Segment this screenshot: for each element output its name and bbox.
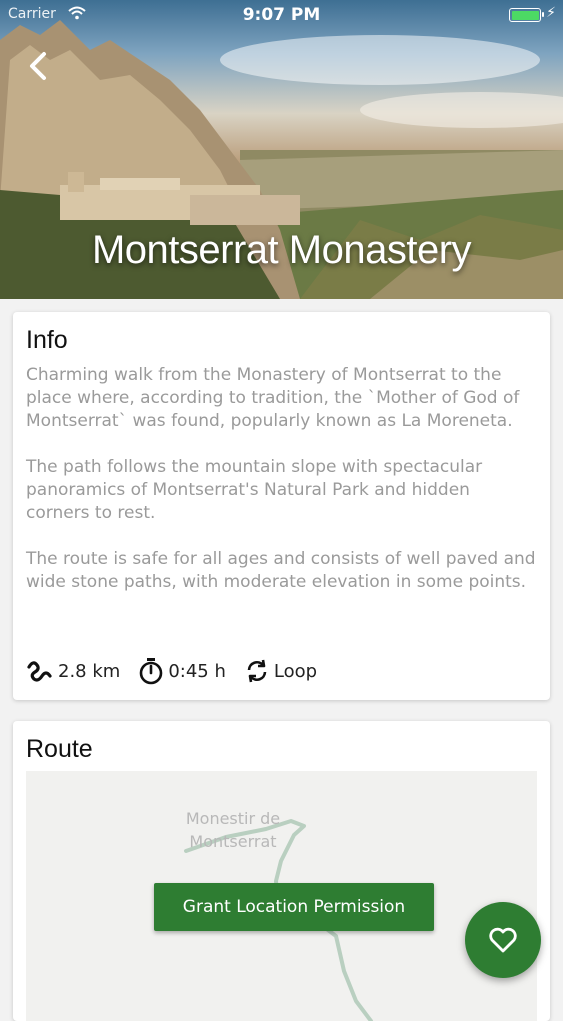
heart-outline-icon xyxy=(489,927,517,953)
description-paragraph: The path follows the mountain slope with… xyxy=(26,457,483,523)
favorite-button[interactable] xyxy=(465,902,541,978)
description-paragraph: The route is safe for all ages and consi… xyxy=(26,549,536,592)
info-card: Info Charming walk from the Monastery of… xyxy=(13,312,550,700)
info-title: Info xyxy=(26,326,68,354)
stopwatch-icon xyxy=(140,658,163,685)
duration-value: 0:45 h xyxy=(168,660,226,682)
description-paragraph: Charming walk from the Monastery of Mont… xyxy=(26,365,520,431)
clock: 9:07 PM xyxy=(242,5,321,25)
battery-icon xyxy=(509,8,544,22)
loop-arrows-icon xyxy=(247,659,267,683)
route-card: Route Monestir de Montserrat Grant Locat… xyxy=(13,721,550,1021)
map-place-label: Monestir de Montserrat xyxy=(185,809,281,851)
grant-location-permission-button[interactable]: Grant Location Permission xyxy=(154,883,434,931)
info-description: Charming walk from the Monastery of Mont… xyxy=(26,364,538,617)
route-map[interactable]: Monestir de Montserrat Grant Location Pe… xyxy=(26,771,537,1021)
route-type-value: Loop xyxy=(273,660,318,682)
distance-stat: 2.8 km xyxy=(26,658,120,684)
route-squiggle-icon xyxy=(27,661,52,682)
route-stats: 2.8 km 0:45 h Loop xyxy=(26,656,335,686)
charging-icon: ⚡ xyxy=(546,5,556,21)
page-title: Montserrat Monastery xyxy=(91,228,472,272)
status-bar: Carrier 9:07 PM ⚡ xyxy=(0,0,563,30)
route-title: Route xyxy=(26,735,93,763)
distance-value: 2.8 km xyxy=(58,660,121,682)
back-chevron-icon[interactable] xyxy=(24,50,54,82)
duration-stat: 0:45 h xyxy=(138,657,226,685)
hero-image: Carrier 9:07 PM ⚡ Montserrat Monastery xyxy=(0,0,563,299)
route-type-stat: Loop xyxy=(244,658,317,684)
